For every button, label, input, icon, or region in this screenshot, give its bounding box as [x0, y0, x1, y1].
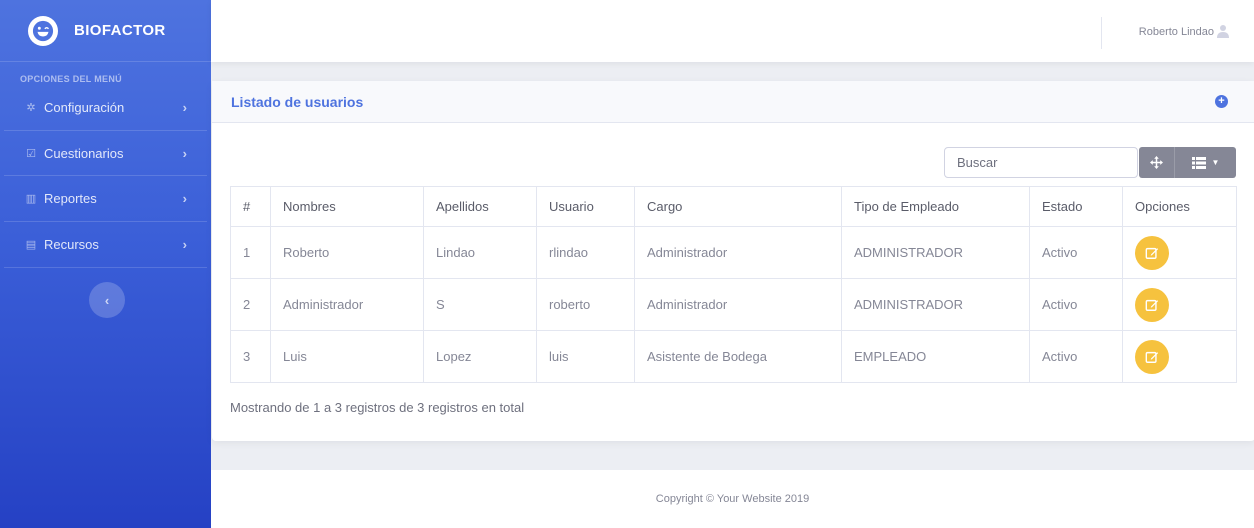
column-header[interactable]: #: [230, 186, 271, 227]
table-tools: ▼: [1139, 147, 1236, 178]
cell-nombres: Roberto: [270, 226, 424, 279]
cell-opciones: [1122, 330, 1237, 383]
topbar-divider: [1101, 17, 1102, 49]
cell-num: 1: [230, 226, 271, 279]
edit-icon: [1145, 299, 1159, 311]
column-header[interactable]: Nombres: [270, 186, 424, 227]
sidebar: BIOFACTOR OPCIONES DEL MENÚ ✲ Configurac…: [0, 0, 211, 528]
cell-cargo: Administrador: [634, 226, 842, 279]
table-header-row: # Nombres Apellidos Usuario Cargo Tipo d…: [230, 186, 1237, 227]
cell-tipo: ADMINISTRADOR: [841, 226, 1030, 279]
search-input[interactable]: [944, 147, 1138, 178]
page-footer: Copyright © Your Website 2019: [211, 470, 1254, 528]
document-icon: ▤: [25, 239, 37, 251]
chevron-right-icon: ›: [182, 99, 187, 115]
cell-apellidos: Lopez: [423, 330, 537, 383]
edit-icon: [1145, 351, 1159, 363]
sidebar-item-label: Reportes: [44, 191, 97, 206]
sidebar-item-configuracion[interactable]: ✲ Configuración ›: [4, 84, 207, 130]
chevron-right-icon: ›: [182, 237, 187, 252]
edit-button[interactable]: [1135, 339, 1169, 374]
column-header[interactable]: Estado: [1029, 186, 1123, 227]
card-header: Listado de usuarios +: [212, 81, 1254, 123]
sidebar-item-label: Recursos: [44, 237, 99, 252]
move-arrows-icon: [1150, 156, 1163, 169]
topbar: Roberto Lindao: [211, 0, 1254, 62]
cell-num: 2: [230, 278, 271, 331]
checkbox-icon: ☑: [26, 147, 36, 160]
cell-tipo: EMPLEADO: [841, 330, 1030, 383]
cell-nombres: Luis: [270, 330, 424, 383]
cell-usuario: rlindao: [536, 226, 635, 279]
table-row: 2 Administrador S roberto Administrador …: [230, 278, 1237, 331]
menu-heading: OPCIONES DEL MENÚ: [20, 74, 122, 84]
cell-opciones: [1122, 278, 1237, 331]
sidebar-item-cuestionarios[interactable]: ☑ Cuestionarios ›: [4, 130, 207, 176]
users-card: Listado de usuarios + ▼ # Nombres Apelli…: [212, 81, 1254, 441]
cell-tipo: ADMINISTRADOR: [841, 278, 1030, 331]
cell-cargo: Asistente de Bodega: [634, 330, 842, 383]
card-title: Listado de usuarios: [231, 93, 364, 110]
laugh-wink-icon: [28, 15, 58, 46]
gear-icon: ✲: [26, 101, 36, 114]
table-summary: Mostrando de 1 a 3 registros de 3 regist…: [230, 400, 525, 415]
cell-cargo: Administrador: [634, 278, 842, 331]
chevron-right-icon: ›: [182, 191, 187, 206]
sidebar-item-label: Configuración: [44, 99, 125, 115]
cell-num: 3: [230, 330, 271, 383]
cell-usuario: roberto: [536, 278, 635, 331]
chevron-right-icon: ›: [182, 145, 187, 161]
column-header[interactable]: Usuario: [536, 186, 635, 227]
sidebar-item-reportes[interactable]: ▥ Reportes ›: [4, 176, 207, 222]
column-header[interactable]: Apellidos: [423, 186, 537, 227]
sidebar-item-recursos[interactable]: ▤ Recursos ›: [4, 222, 207, 268]
chevron-left-icon: ‹: [104, 292, 110, 308]
column-header[interactable]: Cargo: [634, 186, 842, 227]
user-avatar-icon[interactable]: [1216, 24, 1230, 38]
copyright-text: Copyright © Your Website 2019: [655, 493, 810, 505]
cell-estado: Activo: [1029, 278, 1123, 331]
users-table: # Nombres Apellidos Usuario Cargo Tipo d…: [230, 186, 1237, 383]
plus-circle-icon[interactable]: +: [1215, 95, 1228, 108]
list-icon: [1191, 156, 1206, 169]
edit-button[interactable]: [1135, 235, 1169, 270]
move-button[interactable]: [1139, 147, 1175, 178]
table-row: 1 Roberto Lindao rlindao Administrador A…: [230, 226, 1237, 279]
caret-down-icon: ▼: [1211, 158, 1220, 167]
cell-apellidos: S: [423, 278, 537, 331]
brand[interactable]: BIOFACTOR: [0, 0, 211, 62]
edit-icon: [1145, 247, 1159, 259]
bar-chart-icon: ▥: [25, 193, 37, 205]
sidebar-item-label: Cuestionarios: [44, 145, 124, 161]
edit-button[interactable]: [1135, 287, 1169, 322]
cell-estado: Activo: [1029, 226, 1123, 279]
cell-estado: Activo: [1029, 330, 1123, 383]
table-row: 3 Luis Lopez luis Asistente de Bodega EM…: [230, 330, 1237, 383]
cell-usuario: luis: [536, 330, 635, 383]
cell-nombres: Administrador: [270, 278, 424, 331]
user-name[interactable]: Roberto Lindao: [1139, 26, 1214, 38]
cell-opciones: [1122, 226, 1237, 279]
sidebar-toggle-button[interactable]: ‹: [89, 282, 125, 318]
column-header[interactable]: Opciones: [1122, 186, 1237, 227]
column-header[interactable]: Tipo de Empleado: [841, 186, 1030, 227]
brand-name: BIOFACTOR: [74, 22, 166, 39]
cell-apellidos: Lindao: [423, 226, 537, 279]
columns-toggle-button[interactable]: ▼: [1175, 147, 1236, 178]
